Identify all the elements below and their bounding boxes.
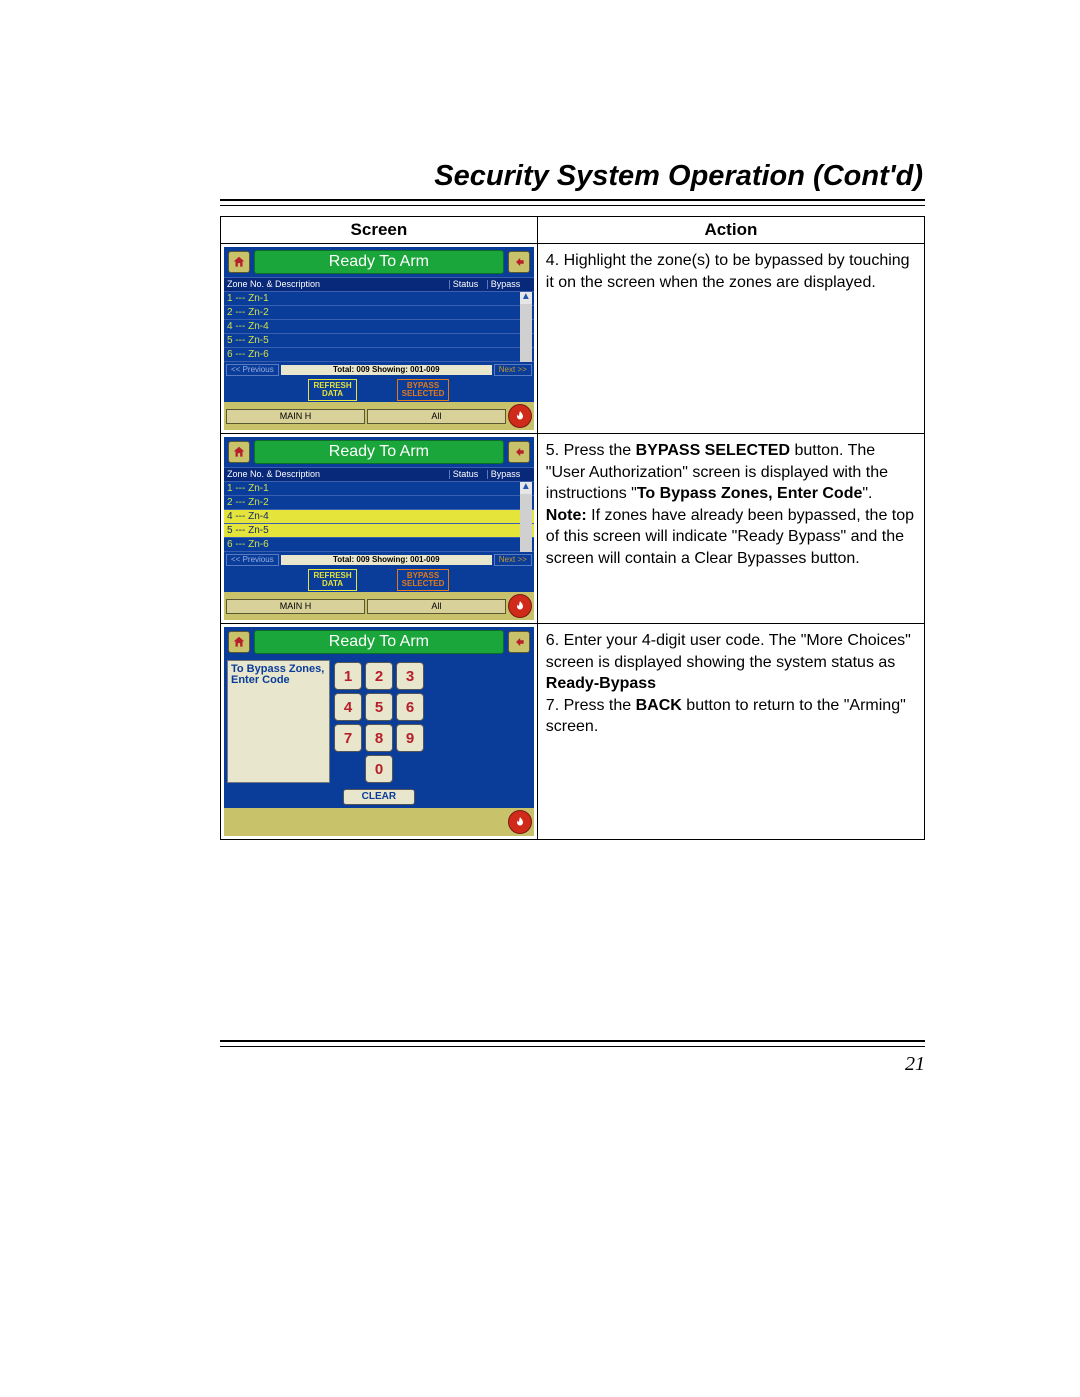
prev-button[interactable]: << Previous	[226, 364, 279, 376]
keypad-6[interactable]: 6	[396, 693, 424, 721]
pager-total: Total: 009 Showing: 001-009	[281, 555, 492, 565]
scrollbar[interactable]: ▲	[520, 292, 532, 362]
keypad-2[interactable]: 2	[365, 662, 393, 690]
keypad-4[interactable]: 4	[334, 693, 362, 721]
heading-rule	[220, 199, 925, 206]
device-screen-2: Ready To Arm Zone No. & Description Stat…	[224, 437, 534, 620]
home-icon[interactable]	[228, 251, 250, 273]
keypad-9[interactable]: 9	[396, 724, 424, 752]
keypad-message: To Bypass Zones,Enter Code	[227, 660, 330, 783]
clear-button[interactable]: CLEAR	[343, 789, 415, 805]
panic-icon[interactable]	[508, 404, 532, 428]
page-heading: Security System Operation (Cont'd)	[220, 160, 925, 193]
tab-main[interactable]: MAIN H	[226, 599, 365, 614]
status-pill: Ready To Arm	[254, 630, 504, 654]
status-pill: Ready To Arm	[254, 440, 504, 464]
tab-main[interactable]: MAIN H	[226, 409, 365, 424]
zone-list: 1 --- Zn-1 2 --- Zn-2 4 --- Zn-4 5 --- Z…	[224, 482, 534, 552]
action-cell-5: 5. Press the BYPASS SELECTED button. The…	[537, 434, 924, 624]
keypad: 1 2 3 4 5 6 7 8	[334, 660, 424, 783]
refresh-data-button[interactable]: REFRESHDATA	[308, 379, 356, 401]
zone-row[interactable]: 6 --- Zn-6	[224, 348, 534, 362]
pager: << Previous Total: 009 Showing: 001-009 …	[224, 362, 534, 378]
screenshot-cell-1: Ready To Arm Zone No. & Description Stat…	[221, 244, 538, 434]
panic-icon[interactable]	[508, 810, 532, 834]
pager: << Previous Total: 009 Showing: 001-009 …	[224, 552, 534, 568]
zone-row[interactable]: 6 --- Zn-6	[224, 538, 534, 552]
bypass-selected-button[interactable]: BYPASSSELECTED	[397, 379, 450, 401]
keypad-0[interactable]: 0	[365, 755, 393, 783]
keypad-1[interactable]: 1	[334, 662, 362, 690]
prev-button[interactable]: << Previous	[226, 554, 279, 566]
zone-list: 1 --- Zn-1 2 --- Zn-2 4 --- Zn-4 5 --- Z…	[224, 292, 534, 362]
zone-table-header: Zone No. & Description Status Bypass	[224, 277, 534, 292]
zone-row[interactable]: 4 --- Zn-4	[224, 320, 534, 334]
page-number: 21	[220, 1053, 925, 1076]
step4-text: 4. Highlight the zone(s) to be bypassed …	[546, 252, 910, 291]
screenshot-cell-3: Ready To Arm To Bypass Zones,Enter Code …	[221, 624, 538, 840]
status-pill: Ready To Arm	[254, 250, 504, 274]
zone-row[interactable]: 5 --- Zn-5	[224, 334, 534, 348]
pager-total: Total: 009 Showing: 001-009	[281, 365, 492, 375]
home-icon[interactable]	[228, 441, 250, 463]
scrollbar[interactable]: ▲	[520, 482, 532, 552]
action-cell-6-7: 6. Enter your 4-digit user code. The "Mo…	[537, 624, 924, 840]
col-screen-header: Screen	[221, 217, 538, 244]
back-arrow-icon[interactable]	[508, 631, 530, 653]
panic-icon[interactable]	[508, 594, 532, 618]
device-screen-1: Ready To Arm Zone No. & Description Stat…	[224, 247, 534, 430]
keypad-3[interactable]: 3	[396, 662, 424, 690]
instruction-table: Screen Action Ready To Arm Zone No. & De…	[220, 216, 925, 840]
next-button[interactable]: Next >>	[494, 554, 532, 566]
zone-table-header: Zone No. & Description Status Bypass	[224, 467, 534, 482]
zone-row-selected[interactable]: 4 --- Zn-4	[224, 510, 534, 524]
bypass-selected-button[interactable]: BYPASSSELECTED	[397, 569, 450, 591]
keypad-5[interactable]: 5	[365, 693, 393, 721]
tab-all[interactable]: All	[367, 599, 506, 614]
back-arrow-icon[interactable]	[508, 251, 530, 273]
zone-row[interactable]: 2 --- Zn-2	[224, 306, 534, 320]
action-cell-4: 4. Highlight the zone(s) to be bypassed …	[537, 244, 924, 434]
col-action-header: Action	[537, 217, 924, 244]
scroll-up-icon[interactable]: ▲	[520, 482, 532, 494]
screenshot-cell-2: Ready To Arm Zone No. & Description Stat…	[221, 434, 538, 624]
tab-all[interactable]: All	[367, 409, 506, 424]
back-arrow-icon[interactable]	[508, 441, 530, 463]
keypad-7[interactable]: 7	[334, 724, 362, 752]
next-button[interactable]: Next >>	[494, 364, 532, 376]
home-icon[interactable]	[228, 631, 250, 653]
zone-row[interactable]: 1 --- Zn-1	[224, 482, 534, 496]
footer-rule	[220, 1040, 925, 1047]
zone-row[interactable]: 1 --- Zn-1	[224, 292, 534, 306]
device-screen-3: Ready To Arm To Bypass Zones,Enter Code …	[224, 627, 534, 836]
zone-row-selected[interactable]: 5 --- Zn-5	[224, 524, 534, 538]
keypad-8[interactable]: 8	[365, 724, 393, 752]
scroll-up-icon[interactable]: ▲	[520, 292, 532, 304]
refresh-data-button[interactable]: REFRESHDATA	[308, 569, 356, 591]
zone-row[interactable]: 2 --- Zn-2	[224, 496, 534, 510]
